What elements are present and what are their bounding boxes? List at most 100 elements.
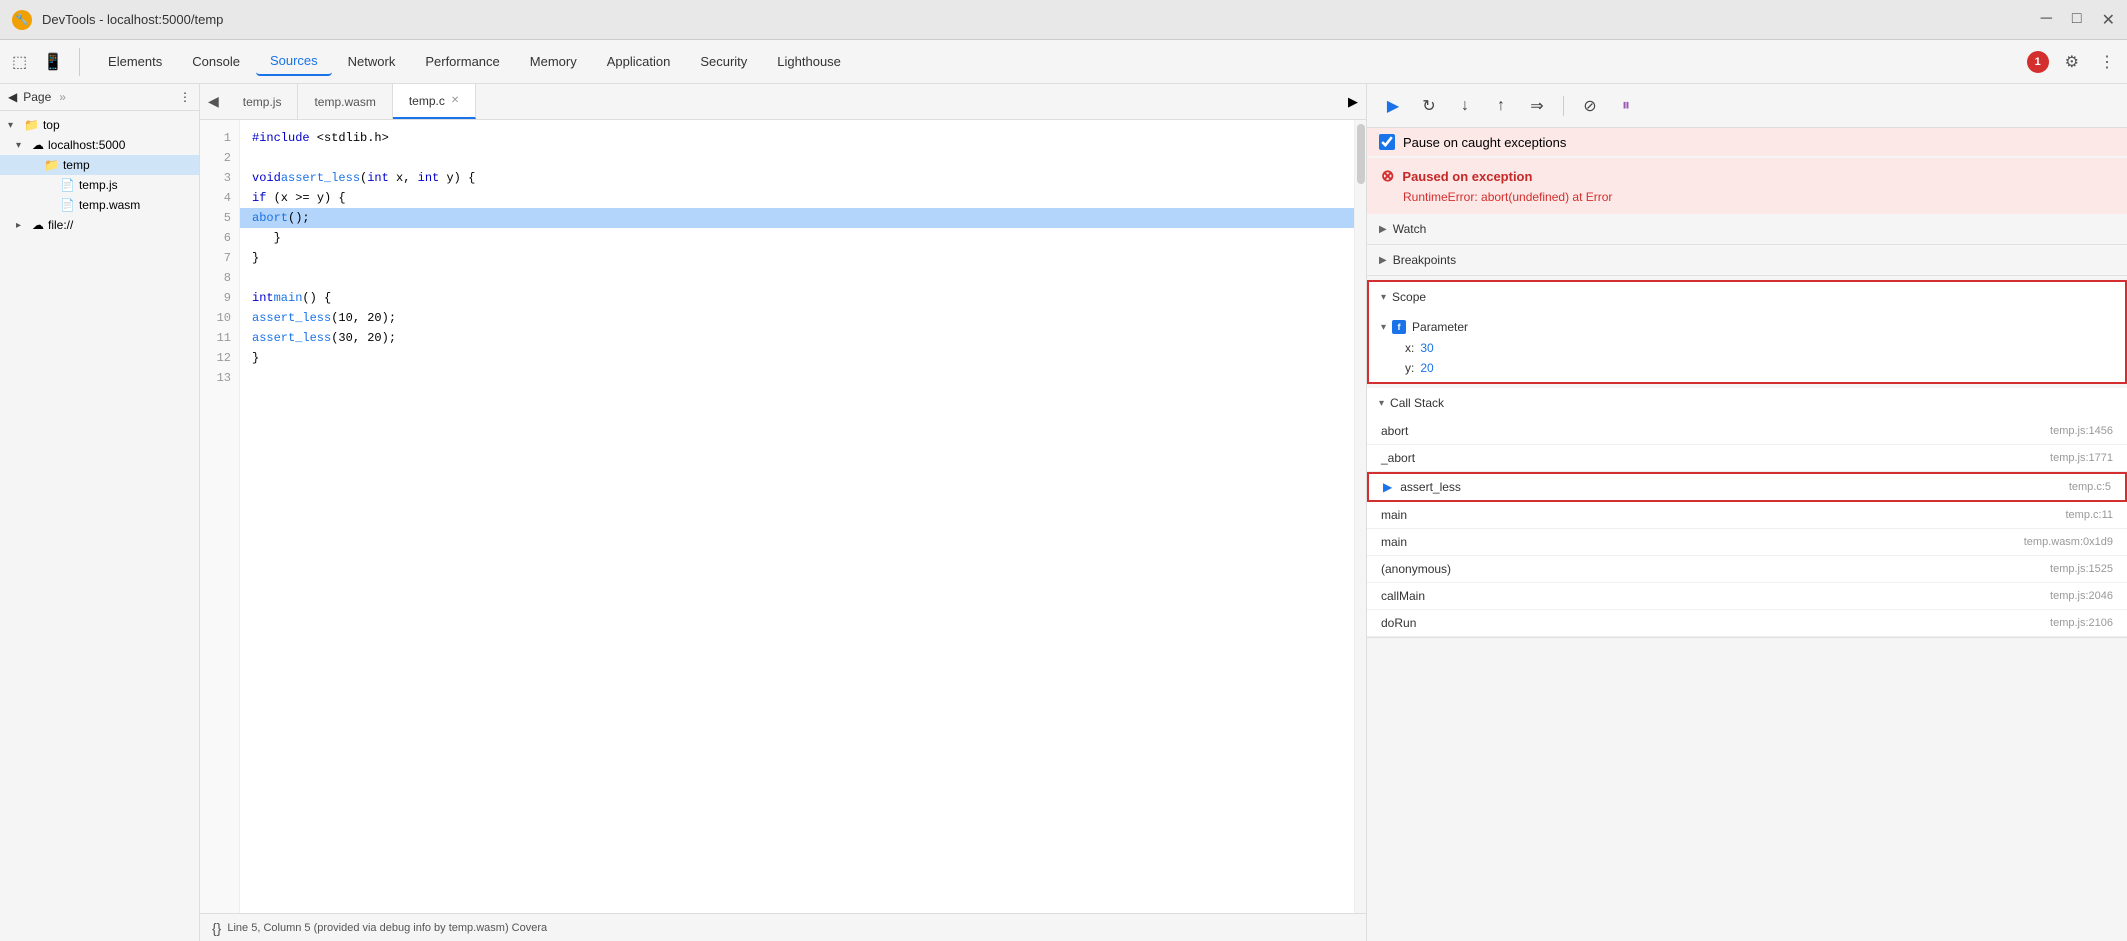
tab-close-icon[interactable]: ✕ [451, 95, 459, 106]
right-panel: ▶ ↻ ↓ ↑ ⇒ ⊘ ⏸ Pause on caught exceptions… [1367, 84, 2127, 941]
tabs-bar: ◀ temp.js temp.wasm temp.c ✕ ▶ [200, 84, 1366, 120]
callstack-item-main2[interactable]: main temp.wasm:0x1d9 [1367, 529, 2127, 556]
vertical-scrollbar[interactable] [1354, 120, 1366, 913]
scope-x-label: x: [1405, 341, 1414, 355]
sidebar-item-tempjs[interactable]: 📄 temp.js [0, 175, 199, 195]
sidebar-item-file[interactable]: ▸ ☁ file:// [0, 215, 199, 235]
right-scroll: Pause on caught exceptions ⊗ Paused on e… [1367, 128, 2127, 941]
step-over-button[interactable]: ↻ [1415, 92, 1443, 120]
pause-button[interactable]: ⏸ [1612, 92, 1640, 120]
add-tab-icon[interactable]: ▶ [1348, 94, 1358, 109]
pause-exception-checkbox[interactable] [1379, 134, 1395, 150]
sidebar-item-top[interactable]: ▾ 📁 top [0, 115, 199, 135]
code-line-3: void assert_less(int x, int y) { [240, 168, 1366, 188]
callstack-name-callmain: callMain [1381, 589, 2042, 603]
status-bar: {} Line 5, Column 5 (provided via debug … [200, 913, 1366, 941]
callstack-label: Call Stack [1390, 396, 1444, 410]
line-num-1: 1 [200, 128, 239, 148]
tab-temp-c-label: temp.c [409, 94, 445, 108]
paused-title-text: Paused on exception [1402, 169, 1532, 184]
callstack-section-header[interactable]: ▾ Call Stack [1367, 388, 2127, 418]
line-num-13: 13 [200, 368, 239, 388]
more-icon[interactable]: ⋮ [2095, 48, 2119, 76]
inspect-icon[interactable]: ⬚ [8, 48, 31, 76]
deactivate-breakpoints-button[interactable]: ⊘ [1576, 92, 1604, 120]
callstack-item-_abort[interactable]: _abort temp.js:1771 [1367, 445, 2127, 472]
menu-console[interactable]: Console [178, 48, 254, 75]
format-icon[interactable]: {} [212, 920, 221, 936]
code-line-11: assert_less(30, 20); [240, 328, 1366, 348]
watch-section-header[interactable]: ▶ Watch [1367, 214, 2127, 244]
callstack-item-anonymous[interactable]: (anonymous) temp.js:1525 [1367, 556, 2127, 583]
menu-sources[interactable]: Sources [256, 47, 332, 76]
close-button[interactable]: ✕ [2102, 10, 2115, 30]
menu-lighthouse[interactable]: Lighthouse [763, 48, 855, 75]
menu-memory[interactable]: Memory [516, 48, 591, 75]
error-badge[interactable]: 1 [2027, 51, 2049, 73]
tabs-end: ▶ [1340, 94, 1366, 110]
menu-performance[interactable]: Performance [411, 48, 513, 75]
scope-y-value: 20 [1420, 361, 1433, 375]
sidebar-item-tempwasm[interactable]: 📄 temp.wasm [0, 195, 199, 215]
device-icon[interactable]: 📱 [39, 48, 67, 76]
page-label[interactable]: Page [23, 90, 51, 104]
callstack-item-assert-less[interactable]: ▶ assert_less temp.c:5 [1367, 472, 2127, 502]
callstack-loc-abort: temp.js:1456 [2050, 425, 2113, 437]
callstack-loc-_abort: temp.js:1771 [2050, 452, 2113, 464]
menu-network[interactable]: Network [334, 48, 410, 75]
resume-button[interactable]: ▶ [1379, 92, 1407, 120]
minimize-button[interactable]: ─ [2041, 10, 2052, 30]
step-out-button[interactable]: ↑ [1487, 92, 1515, 120]
page-more-icon[interactable]: » [59, 90, 66, 104]
sidebar-item-label-tempwasm: temp.wasm [79, 198, 140, 212]
line-num-10: 10 [200, 308, 239, 328]
localhost-cloud-icon: ☁ [32, 138, 44, 152]
callstack-item-main1[interactable]: main temp.c:11 [1367, 502, 2127, 529]
callstack-item-callmain[interactable]: callMain temp.js:2046 [1367, 583, 2127, 610]
line-num-8: 8 [200, 268, 239, 288]
sidebar-item-localhost[interactable]: ▾ ☁ localhost:5000 [0, 135, 199, 155]
file-cloud-icon: ☁ [32, 218, 44, 232]
callstack-item-abort[interactable]: abort temp.js:1456 [1367, 418, 2127, 445]
sidebar-item-label-file: file:// [48, 218, 73, 232]
menu-elements[interactable]: Elements [94, 48, 176, 75]
sidebar-tree: ▾ 📁 top ▾ ☁ localhost:5000 📁 temp 📄 temp… [0, 111, 199, 941]
scope-y-item: y: 20 [1369, 358, 2125, 378]
scope-label: Scope [1392, 290, 1426, 304]
sidebar-item-temp[interactable]: 📁 temp [0, 155, 199, 175]
menu-security[interactable]: Security [686, 48, 761, 75]
tab-temp-js[interactable]: temp.js [227, 84, 299, 119]
tree-arrow-temp [28, 160, 40, 171]
sidebar-options-icon[interactable]: ⋮ [179, 90, 191, 104]
paused-title: ⊗ Paused on exception [1381, 166, 2113, 186]
main-layout: ◀ Page » ⋮ ▾ 📁 top ▾ ☁ localhost:5000 📁 [0, 84, 2127, 941]
paused-msg: RuntimeError: abort(undefined) at Error [1403, 190, 2113, 204]
titlebar: 🔧 DevTools - localhost:5000/temp ─ □ ✕ [0, 0, 2127, 40]
tab-temp-c[interactable]: temp.c ✕ [393, 84, 476, 119]
sidebar-item-label-temp: temp [63, 158, 90, 172]
watch-section: ▶ Watch [1367, 214, 2127, 245]
step-button[interactable]: ⇒ [1523, 92, 1551, 120]
callstack-loc-main1: temp.c:11 [2066, 509, 2114, 521]
callstack-item-dorun[interactable]: doRun temp.js:2106 [1367, 610, 2127, 637]
scope-x-value: 30 [1420, 341, 1433, 355]
breakpoints-section-header[interactable]: ▶ Breakpoints [1367, 245, 2127, 275]
tabs-back-icon[interactable]: ◀ [200, 89, 227, 114]
settings-icon[interactable]: ⚙ [2061, 48, 2083, 76]
temp-folder-icon: 📁 [44, 158, 59, 172]
scope-section-header[interactable]: ▾ Scope [1369, 282, 2125, 312]
tab-temp-wasm[interactable]: temp.wasm [298, 84, 392, 119]
code-line-10: assert_less(10, 20); [240, 308, 1366, 328]
param-type-icon: f [1392, 320, 1406, 334]
line-num-9: 9 [200, 288, 239, 308]
scope-param-header[interactable]: ▾ f Parameter [1369, 316, 2125, 338]
restore-button[interactable]: □ [2072, 10, 2082, 30]
menu-application[interactable]: Application [593, 48, 685, 75]
window-controls[interactable]: ─ □ ✕ [2041, 10, 2115, 30]
code-line-7: } [240, 248, 1366, 268]
breakpoints-label: Breakpoints [1393, 253, 1456, 267]
code-line-12: } [240, 348, 1366, 368]
step-into-button[interactable]: ↓ [1451, 92, 1479, 120]
debugger-toolbar: ▶ ↻ ↓ ↑ ⇒ ⊘ ⏸ [1367, 84, 2127, 128]
scope-arrow-icon: ▾ [1381, 292, 1386, 303]
